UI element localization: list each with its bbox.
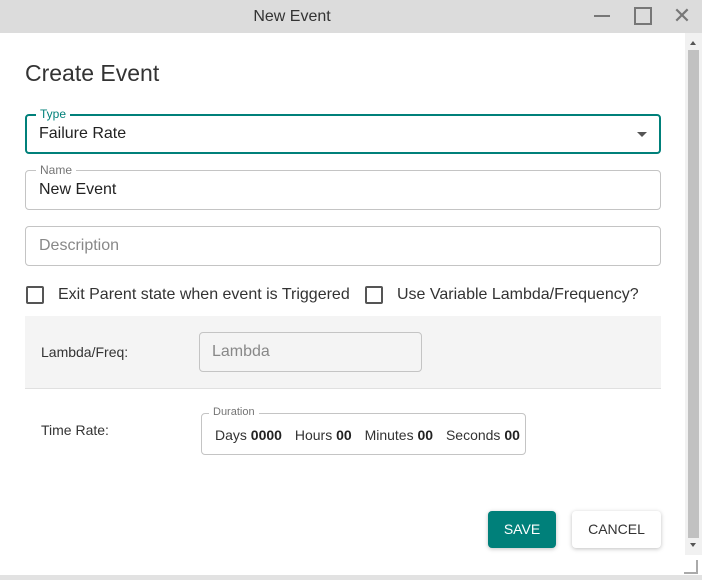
minutes-label: Minutes [364, 427, 414, 443]
window-bottom-edge [0, 575, 702, 580]
hours-value[interactable]: 00 [336, 427, 352, 443]
window-titlebar: New Event ✕ [0, 0, 702, 33]
exit-parent-label[interactable]: Exit Parent state when event is Triggere… [58, 286, 350, 304]
name-label: Name [36, 163, 77, 177]
close-icon[interactable]: ✕ [671, 5, 693, 27]
description-field[interactable]: Description [25, 226, 661, 266]
days-label: Days [215, 427, 247, 443]
days-value[interactable]: 0000 [251, 427, 282, 443]
variable-lambda-checkbox-row[interactable]: Use Variable Lambda/Frequency? [365, 285, 639, 305]
resize-grip-icon[interactable] [684, 560, 698, 574]
cancel-button[interactable]: CANCEL [572, 511, 661, 548]
dropdown-arrow-icon[interactable] [637, 132, 647, 137]
duration-values: Days 0000 Hours 00 Minutes 00 Seconds 00 [215, 427, 529, 443]
duration-label: Duration [209, 406, 259, 419]
time-rate-label: Time Rate: [41, 422, 109, 438]
minutes-value[interactable]: 00 [417, 427, 433, 443]
minimize-icon[interactable] [591, 6, 613, 26]
seconds-label: Seconds [445, 427, 501, 443]
scroll-up-icon[interactable] [690, 41, 696, 45]
type-value: Failure Rate [39, 125, 127, 142]
window-title: New Event [253, 8, 331, 25]
vertical-scrollbar[interactable] [685, 33, 702, 555]
lambda-label: Lambda/Freq: [41, 344, 129, 360]
lambda-input[interactable]: Lambda [199, 332, 422, 372]
exit-parent-checkbox[interactable] [26, 286, 44, 304]
duration-field[interactable]: Duration Days 0000 Hours 00 Minutes 00 S… [201, 406, 529, 455]
lambda-placeholder: Lambda [212, 343, 270, 360]
name-field[interactable]: Name New Event [25, 163, 661, 210]
hours-label: Hours [294, 427, 333, 443]
lambda-row: Lambda/Freq: Lambda [25, 316, 661, 389]
type-label: Type [36, 107, 71, 121]
seconds-value[interactable]: 00 [504, 427, 520, 443]
name-value: New Event [39, 181, 117, 198]
variable-lambda-checkbox[interactable] [365, 286, 383, 304]
save-button[interactable]: SAVE [488, 511, 556, 548]
dialog-heading: Create Event [25, 60, 160, 86]
description-placeholder: Description [39, 237, 120, 254]
variable-lambda-label[interactable]: Use Variable Lambda/Frequency? [397, 286, 639, 304]
exit-parent-checkbox-row[interactable]: Exit Parent state when event is Triggere… [26, 285, 350, 305]
maximize-icon[interactable] [632, 6, 654, 26]
type-select[interactable]: Type Failure Rate [25, 107, 661, 154]
scrollbar-thumb[interactable] [688, 50, 699, 538]
scroll-down-icon[interactable] [690, 543, 696, 547]
